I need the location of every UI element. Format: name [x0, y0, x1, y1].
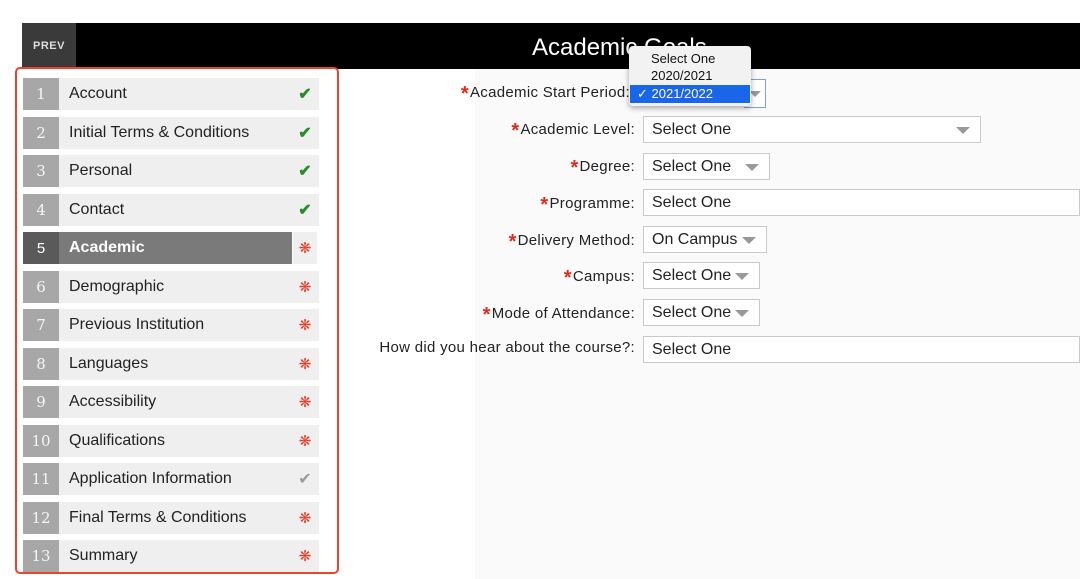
step-label: Account	[69, 85, 127, 102]
required-icon: ❋	[293, 540, 317, 572]
required-icon: ❋	[293, 232, 317, 264]
steps-sidebar: 1 Account ✔ 2 Initial Terms & Conditions…	[15, 67, 339, 574]
check-icon: ✔	[293, 463, 317, 495]
step-number: 13	[23, 540, 59, 572]
step-label: Initial Terms & Conditions	[69, 124, 250, 141]
academic-level-select[interactable]: Select One	[643, 116, 981, 143]
campus-label: *Campus:	[563, 267, 635, 289]
header-bar: PREV Academic Goals	[22, 23, 1080, 69]
step-number: 3	[23, 155, 59, 187]
step-number: 2	[23, 117, 59, 149]
how-did-you-hear-select[interactable]: Select One	[643, 336, 1080, 363]
check-icon: ✔	[293, 78, 317, 110]
sidebar-item-initial-terms[interactable]: 2 Initial Terms & Conditions	[23, 117, 319, 149]
delivery-method-select[interactable]: On Campus	[643, 226, 767, 253]
step-label: Previous Institution	[69, 316, 205, 333]
check-icon: ✔	[293, 155, 317, 187]
chevron-down-icon	[742, 237, 756, 244]
required-icon: ❋	[293, 502, 317, 534]
check-icon: ✔	[293, 194, 317, 226]
sidebar-item-accessibility[interactable]: 9 Accessibility	[23, 386, 319, 418]
required-icon: ❋	[293, 386, 317, 418]
required-icon: ❋	[293, 425, 317, 457]
step-label: Languages	[69, 355, 149, 372]
sidebar-item-final-terms[interactable]: 12 Final Terms & Conditions	[23, 502, 319, 534]
sidebar-item-summary[interactable]: 13 Summary	[23, 540, 319, 572]
step-number: 1	[23, 78, 59, 110]
sidebar-item-previous-institution[interactable]: 7 Previous Institution	[23, 309, 319, 341]
dropdown-option-2021-2022[interactable]: ✓ 2021/2022	[630, 85, 750, 103]
step-number: 6	[23, 271, 59, 303]
step-label: Application Information	[69, 470, 232, 487]
campus-select[interactable]: Select One	[643, 262, 760, 289]
academic-start-period-dropdown: Select One 2020/2021 ✓ 2021/2022	[629, 46, 751, 106]
required-star-icon: *	[511, 120, 520, 142]
required-star-icon: *	[540, 194, 549, 216]
sidebar-item-application-information[interactable]: 11 Application Information	[23, 463, 319, 495]
academic-level-label: *Academic Level:	[511, 120, 635, 142]
programme-select[interactable]: Select One	[643, 189, 1080, 216]
check-icon: ✔	[293, 117, 317, 149]
step-label: Contact	[69, 201, 125, 218]
sidebar-item-academic[interactable]: 5 Academic	[23, 232, 292, 264]
required-star-icon: *	[482, 304, 491, 326]
required-star-icon: *	[460, 83, 469, 105]
required-icon: ❋	[293, 309, 317, 341]
sidebar-item-qualifications[interactable]: 10 Qualifications	[23, 425, 319, 457]
degree-label: *Degree:	[570, 157, 635, 179]
chevron-down-icon	[956, 127, 970, 134]
form-panel	[475, 69, 1080, 579]
step-label: Personal	[69, 162, 133, 179]
dropdown-option-select-one[interactable]: Select One	[630, 50, 750, 68]
step-label: Final Terms & Conditions	[69, 509, 247, 526]
step-label: Demographic	[69, 278, 165, 295]
sidebar-item-contact[interactable]: 4 Contact	[23, 194, 319, 226]
step-number: 8	[23, 348, 59, 380]
required-icon: ❋	[293, 348, 317, 380]
required-star-icon: *	[570, 157, 579, 179]
required-star-icon: *	[508, 231, 517, 253]
step-number: 11	[23, 463, 59, 495]
sidebar-item-languages[interactable]: 8 Languages	[23, 348, 319, 380]
delivery-method-label: *Delivery Method:	[508, 231, 635, 253]
academic-start-period-label: *Academic Start Period:	[460, 83, 630, 105]
step-number: 4	[23, 194, 59, 226]
step-label: Summary	[69, 547, 138, 564]
step-number: 7	[23, 309, 59, 341]
sidebar-item-demographic[interactable]: 6 Demographic	[23, 271, 319, 303]
sidebar-item-personal[interactable]: 3 Personal	[23, 155, 319, 187]
dropdown-option-2020-2021[interactable]: 2020/2021	[630, 67, 750, 85]
sidebar-item-account[interactable]: 1 Account	[23, 78, 319, 110]
mode-of-attendance-label: *Mode of Attendance:	[482, 304, 635, 326]
degree-select[interactable]: Select One	[643, 153, 770, 180]
required-icon: ❋	[293, 271, 317, 303]
step-number: 10	[23, 425, 59, 457]
step-number: 5	[23, 232, 59, 264]
step-label: Accessibility	[69, 393, 157, 410]
mode-of-attendance-select[interactable]: Select One	[643, 299, 760, 326]
programme-label: *Programme:	[540, 194, 635, 216]
how-did-you-hear-label: How did you hear about the course?:	[379, 339, 635, 356]
chevron-down-icon	[745, 164, 759, 171]
chevron-down-icon	[735, 310, 749, 317]
required-star-icon: *	[563, 267, 572, 289]
step-number: 9	[23, 386, 59, 418]
chevron-down-icon	[735, 273, 749, 280]
step-label: Qualifications	[69, 432, 166, 449]
step-number: 12	[23, 502, 59, 534]
step-label: Academic	[69, 239, 145, 256]
prev-button[interactable]: PREV	[22, 23, 76, 69]
